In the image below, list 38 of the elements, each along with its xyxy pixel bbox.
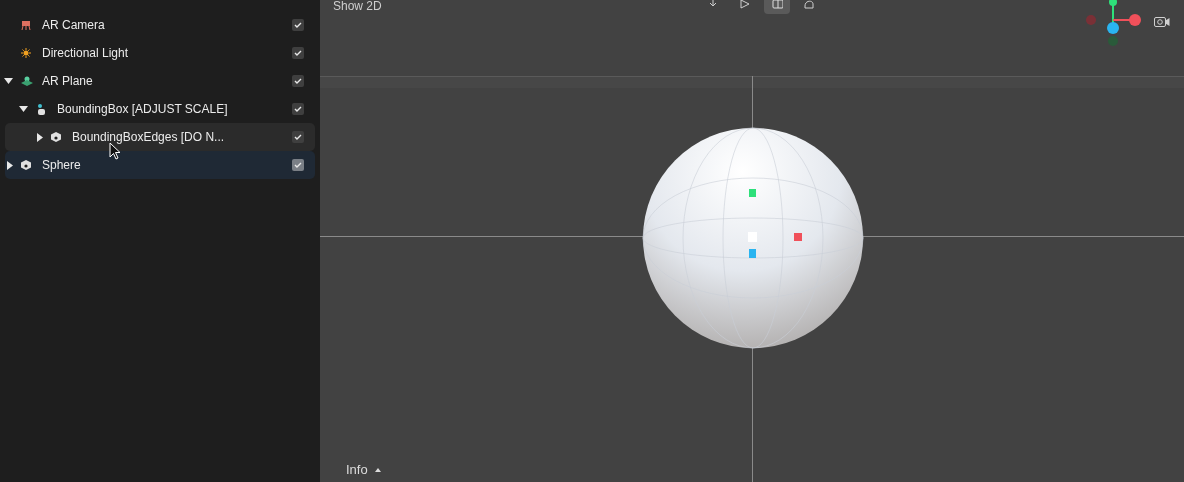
hierarchy-row[interactable]: BoundingBox [ADJUST SCALE] [5, 95, 315, 123]
visibility-checkbox[interactable] [292, 75, 304, 87]
visibility-checkbox[interactable] [292, 131, 304, 143]
hierarchy-row[interactable]: AR Camera [5, 11, 315, 39]
hierarchy-row[interactable]: Directional Light [5, 39, 315, 67]
layout-icon [771, 0, 783, 10]
info-toggle[interactable]: Info [346, 460, 381, 480]
y-axis-handle-icon[interactable] [749, 189, 756, 197]
toolbar-button[interactable] [764, 0, 790, 14]
visibility-checkbox[interactable] [292, 47, 304, 59]
collapsed-caret-icon[interactable] [37, 132, 43, 142]
mouse-pointer-icon [109, 142, 121, 160]
node-label: AR Camera [42, 17, 105, 34]
sun-icon [21, 48, 31, 58]
expanded-caret-icon[interactable] [4, 78, 13, 84]
node-label: BoundingBox [ADJUST SCALE] [57, 101, 228, 118]
node-label: Directional Light [42, 45, 129, 62]
z-axis-handle-icon[interactable] [749, 249, 756, 258]
cube-node-icon [21, 160, 31, 170]
caret-up-icon [374, 467, 381, 472]
cube-node-icon [51, 132, 61, 142]
node-label: AR Plane [42, 73, 93, 90]
hierarchy-row[interactable]: AR Plane [5, 67, 315, 95]
visibility-checkbox[interactable] [292, 103, 304, 115]
show-2d-label[interactable]: Show 2D [333, 0, 382, 12]
node-label: BoundingBoxEdges [DO N... [72, 129, 225, 146]
visibility-checkbox[interactable] [292, 159, 304, 171]
camera-icon[interactable] [1154, 16, 1170, 28]
x-axis-handle-icon[interactable] [794, 233, 802, 241]
visibility-checkbox[interactable] [292, 19, 304, 31]
shape-icon [803, 0, 815, 10]
hierarchy-row[interactable]: Sphere [5, 151, 315, 179]
expanded-caret-icon[interactable] [19, 106, 28, 112]
plane-node-icon [21, 75, 33, 87]
collapsed-caret-icon[interactable] [7, 160, 13, 170]
play-icon [739, 0, 751, 10]
node-label: Sphere [42, 157, 81, 174]
hierarchy-row[interactable]: BoundingBoxEdges [DO N... [5, 123, 315, 151]
